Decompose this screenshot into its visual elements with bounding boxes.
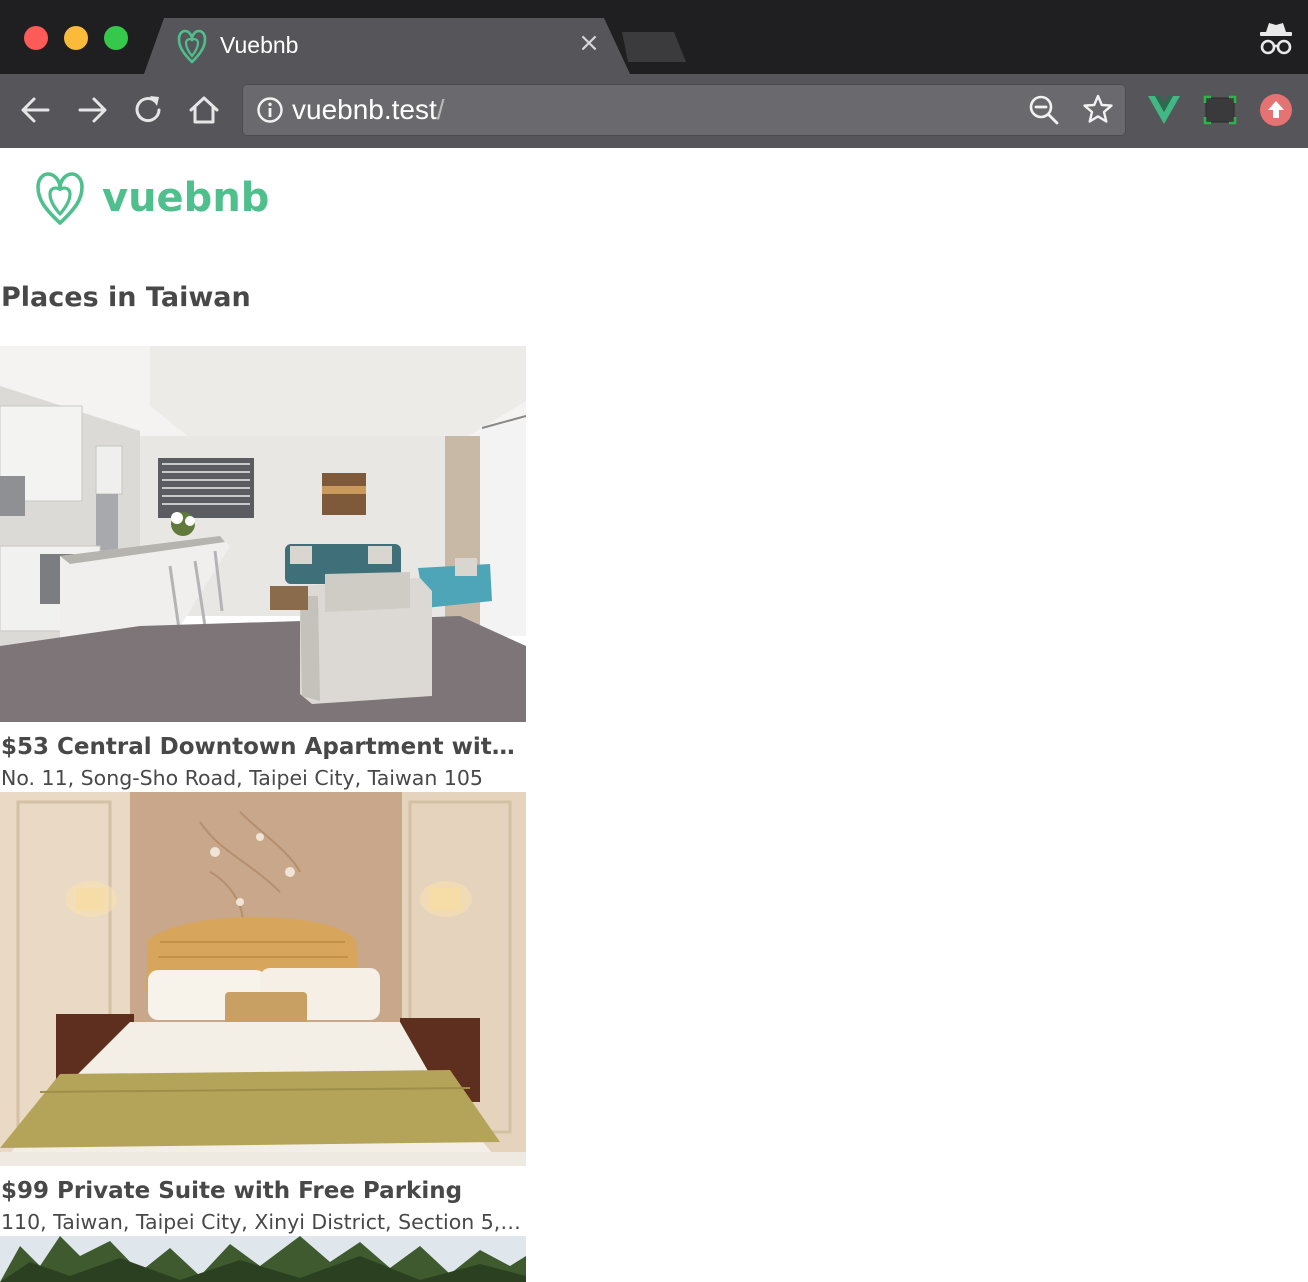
bookmark-star-icon[interactable] <box>1082 93 1114 125</box>
page-title: Places in Taiwan <box>1 282 251 313</box>
listing-photo-bedroom[interactable] <box>0 792 526 1166</box>
palm-trees-photo <box>0 1236 526 1282</box>
back-arrow-icon[interactable] <box>16 90 56 130</box>
site-info-icon[interactable] <box>256 96 284 124</box>
listing-title[interactable]: $53 Central Downtown Apartment with ... <box>1 732 521 762</box>
zoom-out-icon[interactable] <box>1028 94 1060 126</box>
zoom-window-button[interactable] <box>104 26 128 50</box>
tab-background <box>144 18 630 74</box>
incognito-icon <box>1260 23 1292 55</box>
minimize-window-button[interactable] <box>64 26 88 50</box>
vuebnb-logo-icon[interactable] <box>34 170 86 226</box>
browser-tab-vuebnb[interactable]: Vuebnb × <box>144 18 630 74</box>
listing-address: No. 11, Song-Sho Road, Taipei City, Taiw… <box>1 766 483 790</box>
reload-icon[interactable] <box>128 90 168 130</box>
hotel-bedroom-photo <box>0 792 526 1166</box>
tab-title: Vuebnb <box>220 32 299 58</box>
site-header: vuebnb <box>0 148 1308 248</box>
listing-photo-palms[interactable] <box>0 1236 526 1282</box>
url-cursor: / <box>436 94 445 125</box>
vue-devtools-extension-icon[interactable] <box>1146 92 1182 128</box>
upload-extension-icon[interactable] <box>1258 92 1294 128</box>
address-bar[interactable]: vuebnb.test/ <box>242 84 1126 136</box>
living-room-with-kitchen-photo <box>0 346 526 722</box>
window-resizer-extension-icon[interactable] <box>1202 92 1238 128</box>
browser-tab-bar: Vuebnb × <box>0 0 1308 74</box>
url-text: vuebnb.test/ <box>292 94 445 126</box>
listing-photo-living-room[interactable] <box>0 346 526 722</box>
close-tab-icon[interactable]: × <box>574 28 604 58</box>
forward-arrow-icon[interactable] <box>72 90 112 130</box>
new-tab-button[interactable] <box>618 32 688 64</box>
listing-address: 110, Taiwan, Taipei City, Xinyi District… <box>1 1210 521 1234</box>
close-window-button[interactable] <box>24 26 48 50</box>
url-host: vuebnb.test <box>292 94 437 125</box>
vuebnb-logo-icon <box>177 29 207 64</box>
listing-title[interactable]: $99 Private Suite with Free Parking <box>1 1176 521 1206</box>
brand-name[interactable]: vuebnb <box>102 172 269 224</box>
home-icon[interactable] <box>184 90 224 130</box>
